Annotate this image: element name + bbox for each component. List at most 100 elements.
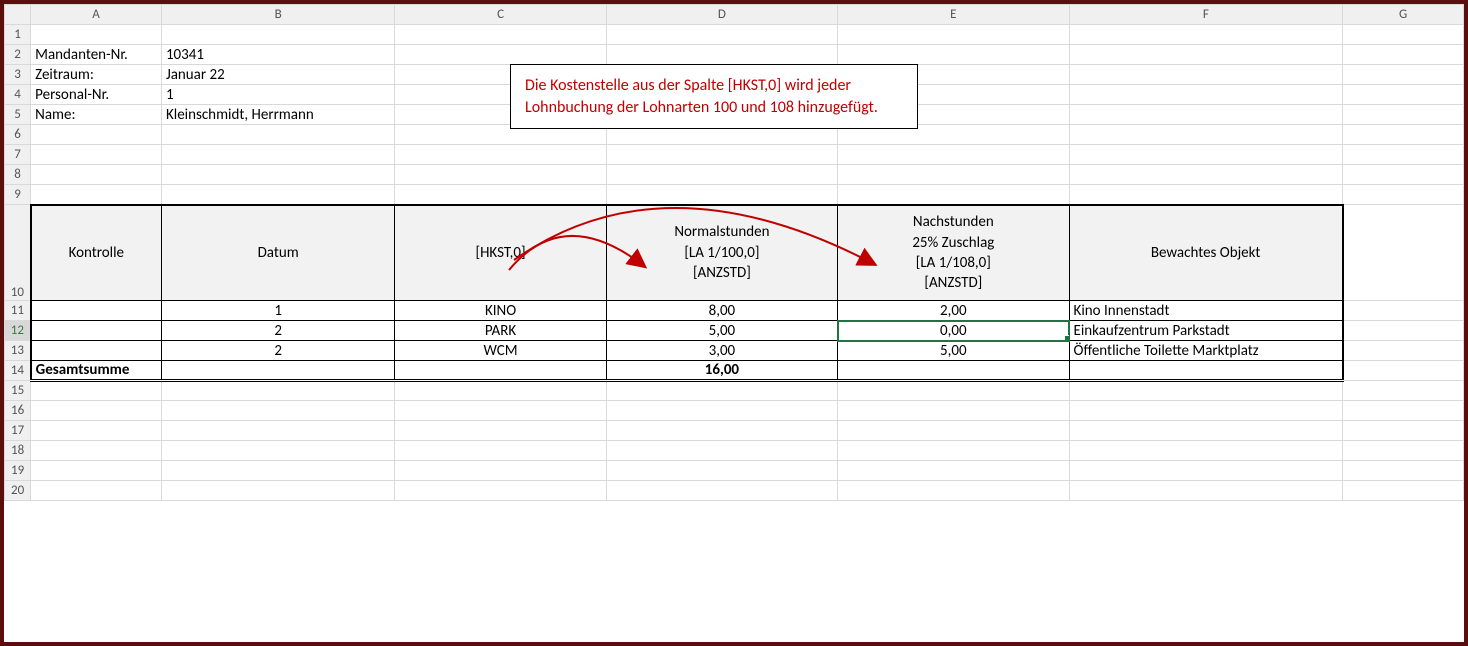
spreadsheet-frame: A B C D E F G 1 2 Mandanten-Nr. 10341 3 … bbox=[0, 0, 1468, 646]
row-header-3[interactable]: 3 bbox=[5, 65, 31, 85]
cell-B3[interactable]: Januar 22 bbox=[161, 65, 394, 85]
cell-A4[interactable]: Personal-Nr. bbox=[31, 85, 162, 105]
cell-D11[interactable]: 8,00 bbox=[606, 301, 837, 321]
cell-G4[interactable] bbox=[1343, 85, 1464, 105]
cell-B4[interactable]: 1 bbox=[161, 85, 394, 105]
cell-A11[interactable] bbox=[31, 301, 162, 321]
cell-E11[interactable]: 2,00 bbox=[838, 301, 1069, 321]
row-header-10[interactable]: 10 bbox=[5, 205, 31, 301]
col-header-G[interactable]: G bbox=[1343, 5, 1464, 25]
cell-E2[interactable] bbox=[838, 45, 1069, 65]
cell-G11[interactable] bbox=[1343, 301, 1464, 321]
hdr-datum[interactable]: Datum bbox=[161, 205, 394, 301]
cell-C13[interactable]: WCM bbox=[395, 341, 606, 361]
row-header-8[interactable]: 8 bbox=[5, 165, 31, 185]
row-header-11[interactable]: 11 bbox=[5, 301, 31, 321]
row-header-2[interactable]: 2 bbox=[5, 45, 31, 65]
cell-F2[interactable] bbox=[1069, 45, 1343, 65]
cell-A1[interactable] bbox=[31, 25, 162, 45]
cell-B12[interactable]: 2 bbox=[161, 321, 394, 341]
cell-G10[interactable] bbox=[1343, 205, 1464, 301]
hdr-nacht-l4: [ANZSTD] bbox=[924, 274, 982, 292]
cell-F13[interactable]: Öffentliche Toilette Marktplatz bbox=[1069, 341, 1343, 361]
row-header-7[interactable]: 7 bbox=[5, 145, 31, 165]
hdr-normal-l1: Normalstunden bbox=[674, 223, 769, 241]
hdr-normal-l2: [LA 1/100,0] bbox=[684, 244, 759, 262]
cell-B11[interactable]: 1 bbox=[161, 301, 394, 321]
cell-F1[interactable] bbox=[1069, 25, 1343, 45]
cell-A12[interactable] bbox=[31, 321, 162, 341]
col-header-E[interactable]: E bbox=[838, 5, 1069, 25]
cell-F4[interactable] bbox=[1069, 85, 1343, 105]
hdr-nacht-l1: Nachstunden bbox=[913, 213, 994, 231]
cell-D14-sum[interactable]: 16,00 bbox=[606, 361, 837, 381]
row-header-9[interactable]: 9 bbox=[5, 185, 31, 205]
col-header-C[interactable]: C bbox=[395, 5, 606, 25]
row-header-15[interactable]: 15 bbox=[5, 381, 31, 401]
cell-F14[interactable] bbox=[1069, 361, 1343, 381]
row-header-1[interactable]: 1 bbox=[5, 25, 31, 45]
annotation-text: Die Kostenstelle aus der Spalte [HKST,0]… bbox=[525, 76, 878, 117]
cell-F12[interactable]: Einkaufzentrum Parkstadt bbox=[1069, 321, 1343, 341]
cell-E1[interactable] bbox=[838, 25, 1069, 45]
row-header-4[interactable]: 4 bbox=[5, 85, 31, 105]
cell-E12-active[interactable]: 0,00 bbox=[838, 321, 1069, 341]
cell-D1[interactable] bbox=[606, 25, 837, 45]
hdr-objekt[interactable]: Bewachtes Objekt bbox=[1069, 205, 1343, 301]
cell-E14[interactable] bbox=[838, 361, 1069, 381]
cell-F3[interactable] bbox=[1069, 65, 1343, 85]
cell-D2[interactable] bbox=[606, 45, 837, 65]
row-header-18[interactable]: 18 bbox=[5, 441, 31, 461]
row-header-14[interactable]: 14 bbox=[5, 361, 31, 381]
row-header-16[interactable]: 16 bbox=[5, 401, 31, 421]
cell-C14[interactable] bbox=[395, 361, 606, 381]
hdr-nachstunden[interactable]: Nachstunden 25% Zuschlag [LA 1/108,0] [A… bbox=[838, 205, 1069, 301]
cell-E13[interactable]: 5,00 bbox=[838, 341, 1069, 361]
cell-D13[interactable]: 3,00 bbox=[606, 341, 837, 361]
cell-B1[interactable] bbox=[161, 25, 394, 45]
cell-G1[interactable] bbox=[1343, 25, 1464, 45]
cell-B2[interactable]: 10341 bbox=[161, 45, 394, 65]
cell-C11[interactable]: KINO bbox=[395, 301, 606, 321]
cell-A2[interactable]: Mandanten-Nr. bbox=[31, 45, 162, 65]
hdr-nacht-l2: 25% Zuschlag bbox=[912, 234, 994, 252]
cell-G5[interactable] bbox=[1343, 105, 1464, 125]
cell-G3[interactable] bbox=[1343, 65, 1464, 85]
cell-G2[interactable] bbox=[1343, 45, 1464, 65]
cell-F11[interactable]: Kino Innenstadt bbox=[1069, 301, 1343, 321]
col-header-F[interactable]: F bbox=[1069, 5, 1343, 25]
row-header-5[interactable]: 5 bbox=[5, 105, 31, 125]
cell-D12[interactable]: 5,00 bbox=[606, 321, 837, 341]
row-header-20[interactable]: 20 bbox=[5, 481, 31, 501]
hdr-normalstunden[interactable]: Normalstunden [LA 1/100,0] [ANZSTD] bbox=[606, 205, 837, 301]
cell-A5[interactable]: Name: bbox=[31, 105, 162, 125]
cell-B14[interactable] bbox=[161, 361, 394, 381]
cell-A13[interactable] bbox=[31, 341, 162, 361]
hdr-kontrolle[interactable]: Kontrolle bbox=[31, 205, 162, 301]
select-all-corner[interactable] bbox=[5, 5, 31, 25]
cell-B5[interactable]: Kleinschmidt, Herrmann bbox=[161, 105, 394, 125]
row-header-13[interactable]: 13 bbox=[5, 341, 31, 361]
cell-C12[interactable]: PARK bbox=[395, 321, 606, 341]
cell-G13[interactable] bbox=[1343, 341, 1464, 361]
cell-F5[interactable] bbox=[1069, 105, 1343, 125]
column-header-row[interactable]: A B C D E F G bbox=[5, 5, 1464, 25]
cell-G14[interactable] bbox=[1343, 361, 1464, 381]
annotation-callout: Die Kostenstelle aus der Spalte [HKST,0]… bbox=[510, 64, 918, 129]
cell-A14-sum-label[interactable]: Gesamtsumme bbox=[31, 361, 162, 381]
hdr-nacht-l3: [LA 1/108,0] bbox=[916, 254, 991, 272]
row-header-12[interactable]: 12 bbox=[5, 321, 31, 341]
cell-A3[interactable]: Zeitraum: bbox=[31, 65, 162, 85]
cell-C2[interactable] bbox=[395, 45, 606, 65]
row-header-17[interactable]: 17 bbox=[5, 421, 31, 441]
col-header-D[interactable]: D bbox=[606, 5, 837, 25]
col-header-A[interactable]: A bbox=[31, 5, 162, 25]
cell-B13[interactable]: 2 bbox=[161, 341, 394, 361]
cell-G12[interactable] bbox=[1343, 321, 1464, 341]
col-header-B[interactable]: B bbox=[161, 5, 394, 25]
hdr-normal-l3: [ANZSTD] bbox=[693, 264, 751, 282]
hdr-hkst[interactable]: [HKST,0] bbox=[395, 205, 606, 301]
row-header-6[interactable]: 6 bbox=[5, 125, 31, 145]
cell-C1[interactable] bbox=[395, 25, 606, 45]
row-header-19[interactable]: 19 bbox=[5, 461, 31, 481]
